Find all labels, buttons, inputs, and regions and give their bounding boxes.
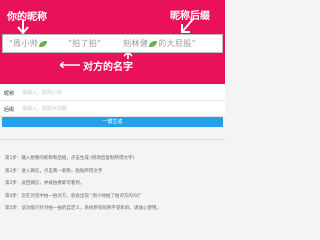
suffix-input[interactable] — [22, 104, 212, 113]
input-form: 昵称 后缀 — [0, 85, 225, 117]
pat-example-box: "周小帅 "拍了拍" 刻林健 的大屁股" — [2, 34, 223, 53]
instructions-list: 第1步：输入想要的昵称和后缀，点击生成 (修改后复制所得文字) 第2步：进入微信… — [5, 156, 220, 219]
arrow-left-icon — [60, 62, 80, 68]
arrow-down-left-icon — [181, 18, 194, 33]
pat-example-nickname: "周小帅 — [9, 38, 48, 50]
pat-example-target: 刻林健 的大屁股" — [123, 38, 196, 50]
pat-text-nickname: "周小帅 — [9, 39, 39, 48]
pat-text-suffix: 的大屁股" — [158, 39, 196, 48]
nickname-label: 昵称 — [4, 91, 15, 97]
instruction-step-1: 第1步：输入想要的昵称和后缀，点击生成 (修改后复制所得文字) — [5, 156, 135, 161]
instruction-step-2: 第2步：进入微信，点击我—昵称，粘贴所得文字 — [5, 168, 103, 174]
pat-text-target: 刻林健 — [123, 39, 149, 48]
instruction-banner: 你的昵称 昵称后缀 "周小帅 "拍了拍" 刻林健 的大屁股" 对方的名字 — [0, 0, 225, 84]
section-divider — [0, 139, 225, 140]
instruction-step-4: 第4步：您在对话中拍一拍对方，就会出现 "周小帅拍了拍对方的XX" — [5, 193, 142, 199]
generate-button[interactable]: 一键生成 — [2, 117, 223, 127]
arrow-down-icon — [17, 19, 29, 35]
leaf-emoji-icon — [149, 40, 158, 47]
suffix-label: 后缀 — [4, 107, 15, 113]
pat-text-action: "拍了拍" — [68, 39, 102, 48]
instruction-step-3: 第3步：返回微信，并被拍者即可看到。 — [5, 181, 85, 186]
callout-other-name: 对方的名字 — [83, 62, 133, 73]
suffix-row: 后缀 — [0, 101, 225, 117]
nickname-row: 昵称 — [0, 85, 225, 101]
nickname-input[interactable] — [22, 88, 212, 97]
instruction-step-5: 第5步：该功能只针对拍一拍的自定义，系统原有昵称不受影响，请放心使用。 — [5, 206, 161, 211]
leaf-emoji-icon — [39, 40, 48, 47]
